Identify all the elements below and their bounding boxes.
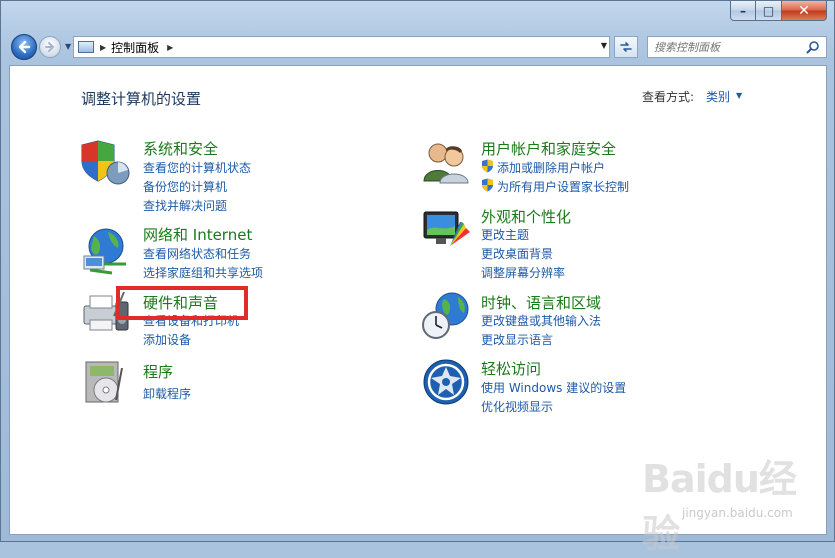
link-use-recommended-settings[interactable]: 使用 Windows 建议的设置 xyxy=(481,379,626,396)
category-ease-of-access[interactable]: 轻松访问 xyxy=(481,358,541,379)
breadcrumb-control-panel[interactable]: 控制面板 xyxy=(111,39,159,56)
view-by-label: 查看方式: xyxy=(642,90,695,104)
window-frame: – □ ✕ ▼ ▶ 控制面板 ▶ ▼ 调整计算机的设置 查看方式: 类别 ▼ xyxy=(0,0,835,556)
forward-arrow-icon xyxy=(45,42,54,52)
link-backup-computer[interactable]: 备份您的计算机 xyxy=(143,178,227,195)
users-icon[interactable] xyxy=(420,139,472,185)
back-arrow-icon xyxy=(18,40,31,54)
link-change-background[interactable]: 更改桌面背景 xyxy=(481,245,553,262)
refresh-button[interactable] xyxy=(614,36,638,58)
close-button[interactable]: ✕ xyxy=(782,1,827,21)
monitor-palette-icon[interactable] xyxy=(420,206,472,252)
control-panel-icon xyxy=(78,41,94,53)
back-button[interactable] xyxy=(11,34,37,60)
link-homegroup-sharing[interactable]: 选择家庭组和共享选项 xyxy=(143,264,263,281)
page-title: 调整计算机的设置 xyxy=(81,90,202,108)
link-view-computer-status[interactable]: 查看您的计算机状态 xyxy=(143,159,251,176)
category-user-accounts[interactable]: 用户帐户和家庭安全 xyxy=(481,138,616,159)
link-change-display-language[interactable]: 更改显示语言 xyxy=(481,331,553,348)
view-by-selector[interactable]: 类别 xyxy=(706,88,730,105)
link-screen-resolution[interactable]: 调整屏幕分辨率 xyxy=(481,264,565,281)
view-by-dropdown-icon[interactable]: ▼ xyxy=(736,91,742,100)
caption-buttons: – □ ✕ xyxy=(730,1,827,21)
programs-disc-icon[interactable] xyxy=(82,360,132,406)
address-bar[interactable]: ▶ 控制面板 ▶ ▼ xyxy=(73,36,610,58)
search-box[interactable] xyxy=(647,36,827,58)
ease-of-access-icon[interactable] xyxy=(422,358,470,406)
control-panel-content: 调整计算机的设置 查看方式: 类别 ▼ 系统和安全 查看您的计算机状态 备份您的… xyxy=(9,65,827,556)
uac-shield-icon xyxy=(482,159,493,173)
address-dropdown-icon[interactable]: ▼ xyxy=(601,41,607,50)
link-change-theme[interactable]: 更改主题 xyxy=(481,226,529,243)
network-globe-icon[interactable] xyxy=(80,226,132,276)
link-parental-controls[interactable]: 为所有用户设置家长控制 xyxy=(497,178,629,195)
link-optimize-visual-display[interactable]: 优化视频显示 xyxy=(481,398,553,415)
baidu-watermark-url: jingyan.baidu.com xyxy=(682,506,793,520)
breadcrumb-separator-icon[interactable]: ▶ xyxy=(100,43,106,52)
link-troubleshoot[interactable]: 查找并解决问题 xyxy=(143,197,227,214)
breadcrumb-chevron-icon[interactable]: ▶ xyxy=(167,43,173,52)
link-uninstall-program[interactable]: 卸载程序 xyxy=(143,385,191,402)
highlight-box-hardware-sound xyxy=(116,286,248,320)
link-add-device[interactable]: 添加设备 xyxy=(143,331,191,348)
maximize-button[interactable]: □ xyxy=(756,1,782,21)
search-input[interactable] xyxy=(652,39,806,55)
link-network-status[interactable]: 查看网络状态和任务 xyxy=(143,245,251,262)
search-icon[interactable] xyxy=(806,40,820,54)
link-add-remove-accounts[interactable]: 添加或删除用户帐户 xyxy=(497,159,605,176)
uac-shield-icon xyxy=(482,178,493,192)
forward-button[interactable] xyxy=(39,36,61,58)
category-network-internet[interactable]: 网络和 Internet xyxy=(143,224,252,245)
category-system-security[interactable]: 系统和安全 xyxy=(143,138,218,159)
recent-pages-dropdown-icon[interactable]: ▼ xyxy=(65,42,71,51)
clock-globe-icon[interactable] xyxy=(420,291,472,341)
category-clock-language-region[interactable]: 时钟、语言和区域 xyxy=(481,292,601,313)
category-appearance[interactable]: 外观和个性化 xyxy=(481,206,571,227)
category-programs[interactable]: 程序 xyxy=(143,361,173,382)
minimize-button[interactable]: – xyxy=(730,1,756,21)
refresh-icon xyxy=(620,42,632,52)
shield-pie-icon[interactable] xyxy=(80,139,132,185)
link-change-keyboard[interactable]: 更改键盘或其他输入法 xyxy=(481,312,601,329)
